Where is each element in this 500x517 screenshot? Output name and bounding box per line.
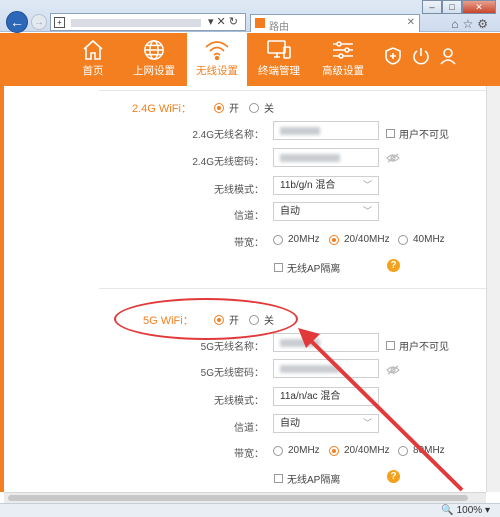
annotation-arrow: [298, 328, 464, 492]
vertical-scrollbar[interactable]: [486, 86, 500, 492]
zoom-icon: 🔍: [441, 505, 454, 516]
zoom-level[interactable]: 🔍 100% ▾: [441, 505, 490, 516]
scrollbar-thumb[interactable]: [8, 495, 468, 501]
status-bar: 🔍 100% ▾: [0, 503, 500, 517]
horizontal-scrollbar[interactable]: [4, 492, 486, 503]
